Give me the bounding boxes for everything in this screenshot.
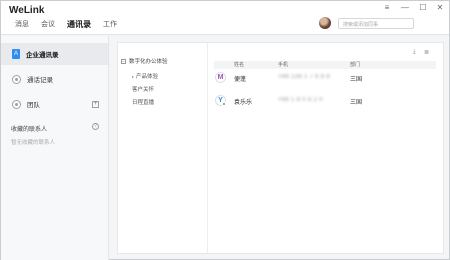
favorites-title: 收藏的联系人 [11, 127, 48, 133]
column-phone: 手机 [278, 62, 289, 68]
list-view-icon[interactable]: ≣ [424, 49, 429, 56]
search-input[interactable]: 搜索或添加同事 [338, 18, 414, 29]
tree-node-customer-care[interactable]: 客户关怀 [132, 85, 154, 93]
tree-root[interactable]: − 数字化办公体验 [121, 57, 168, 65]
column-name: 姓名 [234, 62, 245, 68]
tree-node-live[interactable]: 日程直播 [132, 98, 154, 106]
collapse-icon[interactable]: − [121, 58, 126, 64]
table-row[interactable]: M 便蓬 +86 138 1 7 6 8 8 三国 [214, 71, 436, 85]
tree-node-label: 客户关怀 [132, 87, 155, 93]
contact-phone: +86 138 1 7 6 8 8 [278, 74, 330, 80]
sidebar: A 企业通讯录 通话记录 团队 + 收藏的联系人 ? 暂无收藏的联系人 [1, 36, 109, 260]
close-icon[interactable]: ✕ [434, 3, 446, 13]
add-team-button[interactable]: + [92, 100, 99, 108]
expand-icon[interactable]: ▸ [132, 74, 134, 79]
nav-contacts[interactable]: 通讯录 [67, 20, 91, 30]
sidebar-item-label: 团队 [27, 102, 40, 109]
contacts-book-icon: A [12, 49, 20, 59]
team-icon [12, 99, 21, 109]
sidebar-item-team[interactable]: 团队 + [1, 93, 108, 115]
contact-avatar: Y [215, 95, 226, 106]
user-avatar[interactable] [319, 17, 331, 29]
contact-department: 三国 [350, 77, 363, 83]
column-department: 部门 [350, 62, 361, 68]
contact-department: 三国 [350, 100, 363, 106]
tree-node-product[interactable]: ▸ 产品体验 [132, 72, 158, 80]
nav-work[interactable]: 工作 [103, 20, 117, 30]
app-window: WeLink 消息 会议 通讯录 工作 搜索或添加同事 ≡ — ☐ ✕ A 企业… [0, 0, 450, 260]
sidebar-item-enterprise-contacts[interactable]: A 企业通讯录 [1, 43, 108, 65]
contact-name: 便蓬 [234, 77, 247, 83]
contact-phone: +86 1 8 0 8 2 0 [278, 97, 323, 103]
table-row[interactable]: Y 袁乐乐 +86 1 8 0 8 2 0 三国 [214, 94, 436, 108]
contact-avatar: M [215, 72, 226, 83]
title-bar: WeLink 消息 会议 通讯录 工作 搜索或添加同事 ≡ — ☐ ✕ [1, 1, 449, 35]
table-header: 姓名 手机 部门 [214, 61, 436, 69]
minimize-icon[interactable]: — [399, 3, 411, 13]
contact-name: 袁乐乐 [234, 100, 253, 106]
menu-icon[interactable]: ≡ [381, 3, 393, 13]
app-title: WeLink [9, 5, 45, 16]
call-history-icon [12, 74, 21, 84]
nav-messages[interactable]: 消息 [15, 20, 29, 30]
org-tree: − 数字化办公体验 ▸ 产品体验 客户关怀 日程直播 [118, 43, 208, 253]
tree-node-label: 日程直播 [132, 100, 155, 106]
nav-meetings[interactable]: 会议 [41, 20, 55, 30]
contacts-panel: − 数字化办公体验 ▸ 产品体验 客户关怀 日程直播 ⤓ ≣ 姓名 手机 部门 M… [117, 42, 444, 254]
tree-root-label: 数字化办公体验 [129, 59, 168, 65]
sidebar-item-label: 企业通讯录 [26, 52, 59, 59]
online-status-icon [222, 102, 226, 106]
favorites-empty-text: 暂无收藏的联系人 [11, 140, 56, 146]
tree-node-label: 产品体验 [136, 74, 159, 80]
maximize-icon[interactable]: ☐ [417, 3, 429, 13]
main-nav: 消息 会议 通讯录 工作 [15, 20, 117, 30]
help-icon[interactable]: ? [92, 123, 99, 130]
sidebar-item-label: 通话记录 [27, 77, 53, 84]
download-icon[interactable]: ⤓ [413, 49, 416, 56]
sidebar-item-call-history[interactable]: 通话记录 [1, 68, 108, 90]
